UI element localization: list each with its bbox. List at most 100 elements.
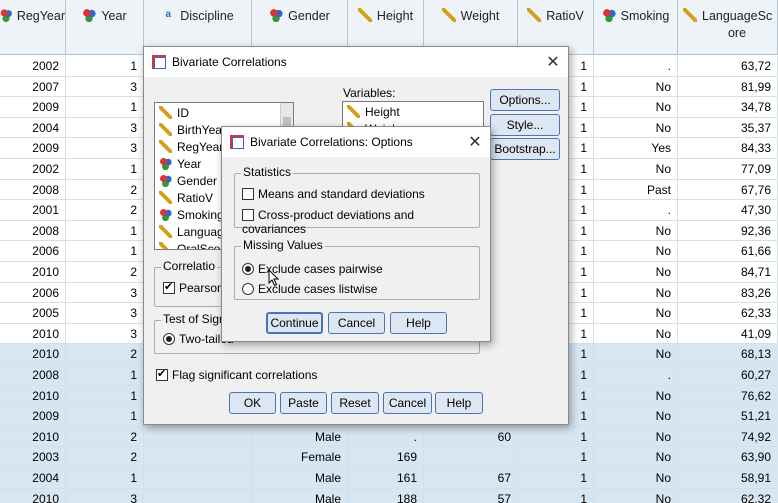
table-cell[interactable]: 3 bbox=[66, 282, 144, 303]
table-cell[interactable]: No bbox=[594, 262, 678, 282]
table-cell[interactable]: 2009 bbox=[0, 138, 66, 158]
table-cell[interactable] bbox=[144, 488, 252, 503]
table-cell[interactable]: 35,37 bbox=[678, 117, 778, 138]
table-cell[interactable]: 1 bbox=[66, 365, 144, 385]
table-cell[interactable]: 2010 bbox=[0, 426, 66, 447]
table-cell[interactable]: Female bbox=[252, 447, 348, 467]
table-cell[interactable]: 2008 bbox=[0, 220, 66, 241]
column-header-smoking[interactable]: Smoking bbox=[594, 0, 678, 55]
table-cell[interactable]: 61,66 bbox=[678, 241, 778, 261]
table-cell[interactable]: 3 bbox=[66, 117, 144, 138]
table-cell[interactable]: 169 bbox=[348, 447, 424, 467]
table-cell[interactable]: 84,33 bbox=[678, 138, 778, 158]
table-cell[interactable]: 57 bbox=[424, 488, 518, 503]
help-button[interactable]: Help bbox=[435, 392, 483, 414]
table-cell[interactable]: 1 bbox=[66, 241, 144, 261]
table-cell[interactable]: 60 bbox=[424, 426, 518, 447]
table-cell[interactable]: 3 bbox=[66, 138, 144, 158]
table-cell[interactable]: No bbox=[594, 117, 678, 138]
table-cell[interactable]: 2002 bbox=[0, 159, 66, 179]
table-cell[interactable]: 2002 bbox=[0, 56, 66, 76]
table-cell[interactable]: 77,09 bbox=[678, 159, 778, 179]
table-cell[interactable]: 2005 bbox=[0, 303, 66, 323]
table-row[interactable]: 2010 3 Male 188 57 1 No 62,32 bbox=[0, 488, 778, 503]
two-tailed-radio[interactable] bbox=[163, 333, 175, 345]
table-cell[interactable]: . bbox=[594, 200, 678, 220]
table-cell[interactable]: No bbox=[594, 406, 678, 426]
table-cell[interactable]: 2 bbox=[66, 447, 144, 467]
table-cell[interactable]: No bbox=[594, 447, 678, 467]
table-cell[interactable]: 1 bbox=[66, 97, 144, 117]
variable-item[interactable]: ID bbox=[155, 105, 293, 122]
table-row[interactable]: 2010 2 Male. 60 1 No 74,92 bbox=[0, 426, 778, 448]
table-cell[interactable]: 2009 bbox=[0, 97, 66, 117]
table-cell[interactable]: 2 bbox=[66, 262, 144, 282]
table-cell[interactable]: 1 bbox=[518, 426, 594, 447]
table-cell[interactable]: 2010 bbox=[0, 385, 66, 406]
table-cell[interactable]: 74,92 bbox=[678, 426, 778, 447]
table-cell[interactable]: 1 bbox=[66, 406, 144, 426]
table-cell[interactable]: 2003 bbox=[0, 447, 66, 467]
table-cell[interactable]: 92,36 bbox=[678, 220, 778, 241]
table-cell[interactable]: 67,76 bbox=[678, 179, 778, 200]
table-cell[interactable]: 161 bbox=[348, 468, 424, 488]
table-cell[interactable]: Yes bbox=[594, 138, 678, 158]
table-row[interactable]: 2003 2 Female 169 1 No 63,90 bbox=[0, 447, 778, 468]
table-cell[interactable]: No bbox=[594, 323, 678, 344]
table-cell[interactable]: 1 bbox=[66, 468, 144, 488]
table-cell[interactable]: Past bbox=[594, 179, 678, 200]
column-header-year[interactable]: Year bbox=[66, 0, 144, 55]
options-button[interactable]: Options... bbox=[490, 89, 560, 111]
close-icon[interactable]: ✕ bbox=[460, 132, 490, 152]
table-cell[interactable]: 63,72 bbox=[678, 56, 778, 76]
table-cell[interactable]: No bbox=[594, 241, 678, 261]
table-cell[interactable]: No bbox=[594, 303, 678, 323]
table-cell[interactable]: 58,91 bbox=[678, 468, 778, 488]
table-cell[interactable]: 84,71 bbox=[678, 262, 778, 282]
table-cell[interactable]: No bbox=[594, 76, 678, 97]
table-cell[interactable]: 1 bbox=[518, 488, 594, 503]
table-cell[interactable]: 1 bbox=[66, 56, 144, 76]
table-cell[interactable]: 34,78 bbox=[678, 97, 778, 117]
table-cell[interactable]: 83,26 bbox=[678, 282, 778, 303]
table-cell[interactable]: 60,27 bbox=[678, 365, 778, 385]
table-cell[interactable]: 81,99 bbox=[678, 76, 778, 97]
column-header-languagesc-ore[interactable]: LanguageSc ore bbox=[678, 0, 778, 55]
pairwise-radio[interactable] bbox=[242, 263, 254, 275]
table-cell[interactable]: 2 bbox=[66, 344, 144, 364]
continue-button[interactable]: Continue bbox=[266, 312, 323, 334]
table-cell[interactable]: No bbox=[594, 97, 678, 117]
paste-button[interactable]: Paste bbox=[280, 392, 327, 414]
table-cell[interactable]: 62,32 bbox=[678, 488, 778, 503]
reset-button[interactable]: Reset bbox=[331, 392, 379, 414]
table-cell[interactable]: 62,33 bbox=[678, 303, 778, 323]
table-cell[interactable]: 1 bbox=[66, 220, 144, 241]
options-help-button[interactable]: Help bbox=[390, 312, 447, 334]
table-cell[interactable]: No bbox=[594, 468, 678, 488]
table-cell[interactable] bbox=[144, 447, 252, 467]
table-cell[interactable] bbox=[144, 426, 252, 447]
cancel-button[interactable]: Cancel bbox=[383, 392, 432, 414]
table-cell[interactable]: 2008 bbox=[0, 365, 66, 385]
table-cell[interactable]: 1 bbox=[66, 159, 144, 179]
table-cell[interactable]: 3 bbox=[66, 323, 144, 344]
crossprod-checkbox[interactable] bbox=[242, 209, 254, 221]
table-cell[interactable]: No bbox=[594, 426, 678, 447]
table-cell[interactable]: 2006 bbox=[0, 241, 66, 261]
table-cell[interactable]: 76,62 bbox=[678, 385, 778, 406]
table-cell[interactable]: 47,30 bbox=[678, 200, 778, 220]
table-cell[interactable]: 2006 bbox=[0, 282, 66, 303]
table-cell[interactable]: 41,09 bbox=[678, 323, 778, 344]
table-cell[interactable]: 2010 bbox=[0, 488, 66, 503]
table-cell[interactable]: 1 bbox=[66, 385, 144, 406]
table-cell[interactable]: No bbox=[594, 282, 678, 303]
table-cell[interactable]: No bbox=[594, 220, 678, 241]
table-cell[interactable]: 1 bbox=[518, 447, 594, 467]
table-cell[interactable] bbox=[424, 447, 518, 467]
table-cell[interactable]: No bbox=[594, 385, 678, 406]
table-cell[interactable]: 188 bbox=[348, 488, 424, 503]
table-cell[interactable] bbox=[144, 468, 252, 488]
table-cell[interactable]: 2010 bbox=[0, 262, 66, 282]
flag-significant-checkbox[interactable] bbox=[156, 367, 168, 381]
table-cell[interactable]: 68,13 bbox=[678, 344, 778, 364]
